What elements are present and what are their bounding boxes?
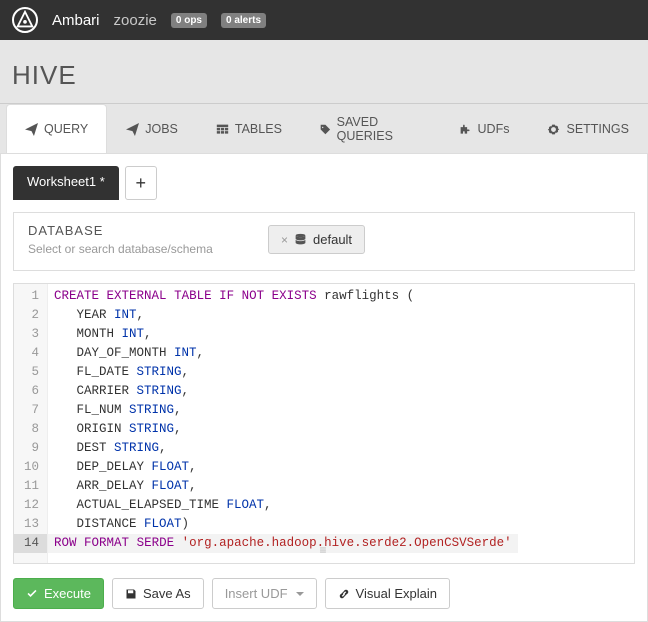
tab-label: SAVED QUERIES [337,115,421,143]
database-title: DATABASE [28,223,238,238]
cluster-name[interactable]: zoozie [114,12,157,29]
worksheet-tab-active[interactable]: Worksheet1 * [13,166,119,200]
puzzle-icon [459,123,472,136]
caret-down-icon [296,592,304,596]
add-worksheet-button[interactable]: + [125,166,157,200]
paper-plane-icon [126,123,139,136]
database-selected-label: default [313,232,352,247]
gear-icon [547,123,560,136]
check-icon [26,588,38,600]
database-subtitle[interactable]: Select or search database/schema [28,242,238,256]
tab-label: TABLES [235,122,282,136]
tag-icon [320,123,331,136]
tab-settings[interactable]: SETTINGS [528,104,648,153]
editor-gutter: 1234567891011121314 [14,284,48,563]
database-panel: DATABASE Select or search database/schem… [13,212,635,271]
paper-plane-icon [25,123,38,136]
query-editor[interactable]: 1234567891011121314 CREATE EXTERNAL TABL… [13,283,635,564]
worksheet-tabs: Worksheet1 * + [13,166,635,200]
link-icon [338,588,350,600]
view-header: HIVE [0,40,648,104]
tab-query[interactable]: QUERY [6,104,107,153]
main-tabs: QUERY JOBS TABLES SAVED QUERIES UDFs SET… [0,104,648,154]
tab-label: JOBS [145,122,178,136]
button-label: Visual Explain [356,586,437,601]
close-icon[interactable]: × [281,233,288,247]
tab-tables[interactable]: TABLES [197,104,301,153]
save-as-button[interactable]: Save As [112,578,204,609]
resize-handle[interactable]: ≡ [319,542,328,561]
execute-button[interactable]: Execute [13,578,104,609]
button-label: Execute [44,586,91,601]
view-title: HIVE [12,60,636,91]
tab-udfs[interactable]: UDFs [440,104,529,153]
ambari-logo[interactable] [12,7,38,33]
insert-udf-dropdown[interactable]: Insert UDF [212,578,317,609]
content-pane: Worksheet1 * + DATABASE Select or search… [0,154,648,622]
database-icon [294,233,307,246]
action-bar: Execute Save As Insert UDF Visual Explai… [13,578,635,609]
tab-label: QUERY [44,122,88,136]
brand-label[interactable]: Ambari [52,12,100,29]
button-label: Insert UDF [225,586,288,601]
alerts-badge[interactable]: 0 alerts [221,13,266,28]
database-selected-pill[interactable]: × default [268,225,365,254]
table-icon [216,123,229,136]
button-label: Save As [143,586,191,601]
tab-saved-queries[interactable]: SAVED QUERIES [301,104,440,153]
tab-label: SETTINGS [566,122,629,136]
tab-label: UDFs [478,122,510,136]
save-icon [125,588,137,600]
visual-explain-button[interactable]: Visual Explain [325,578,450,609]
ops-badge[interactable]: 0 ops [171,13,207,28]
tab-jobs[interactable]: JOBS [107,104,197,153]
editor-code[interactable]: CREATE EXTERNAL TABLE IF NOT EXISTS rawf… [48,284,518,563]
top-navbar: Ambari zoozie 0 ops 0 alerts [0,0,648,40]
